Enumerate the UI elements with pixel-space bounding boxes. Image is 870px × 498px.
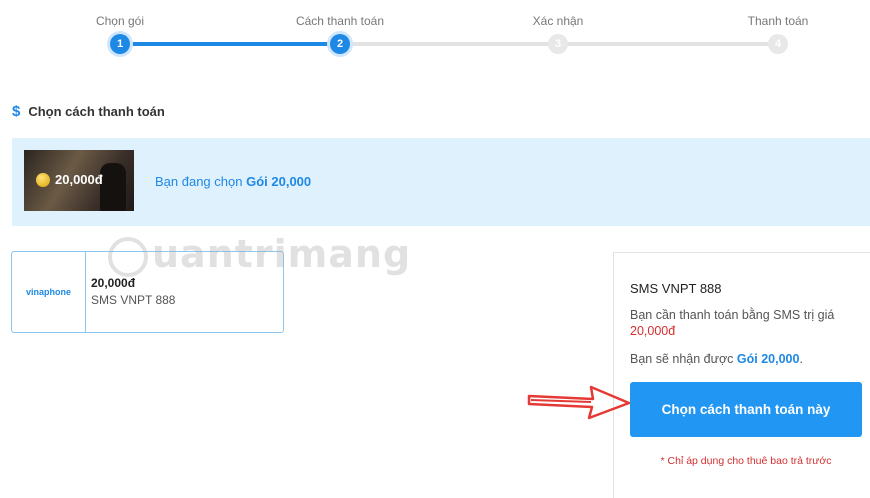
receive-prefix: Bạn sẽ nhận được	[630, 352, 734, 366]
step-number: 2	[330, 34, 350, 54]
step-number: 1	[110, 34, 130, 54]
selected-prefix: Bạn đang chọn	[155, 174, 243, 189]
coin-icon	[36, 173, 50, 187]
detail-receive: Bạn sẽ nhận được Gói 20,000.	[630, 352, 803, 366]
detail-description: Bạn cần thanh toán bằng SMS trị giá	[630, 308, 835, 322]
section-header: $ Chọn cách thanh toán	[12, 100, 165, 122]
thumbnail-price: 20,000đ	[55, 172, 103, 187]
choose-payment-method-button[interactable]: Chọn cách thanh toán này	[630, 382, 862, 437]
receive-suffix: .	[799, 352, 803, 366]
step-label: Xác nhận	[532, 14, 584, 28]
detail-title: SMS VNPT 888	[630, 281, 722, 296]
red-arrow-icon	[527, 385, 631, 420]
progress-stepper: Chọn gói 1 Cách thanh toán 2 Xác nhận 3 …	[0, 0, 870, 60]
selected-package-banner: 20,000đ Bạn đang chọn Gói 20,000	[12, 138, 870, 226]
lightbulb-watermark-icon	[108, 236, 148, 277]
watermark-text: uantrimang	[152, 232, 412, 276]
prepaid-note: * Chỉ áp dụng cho thuê bao trả trước	[660, 455, 832, 467]
method-name: SMS VNPT 888	[91, 293, 176, 307]
payment-detail-panel: SMS VNPT 888 Bạn cần thanh toán bằng SMS…	[613, 252, 870, 498]
step-pay: Thanh toán 4	[718, 12, 838, 54]
selected-package-text: Bạn đang chọn Gói 20,000	[155, 174, 311, 189]
step-label: Chọn gói	[95, 14, 145, 28]
step-number: 4	[768, 34, 788, 54]
detail-amount: 20,000đ	[630, 324, 676, 338]
step-confirm: Xác nhận 3	[498, 12, 618, 54]
soldier-silhouette-icon	[100, 163, 126, 211]
step-label: Cách thanh toán	[295, 14, 385, 28]
dollar-icon: $	[12, 102, 21, 120]
section-title: Chọn cách thanh toán	[28, 103, 165, 119]
vinaphone-logo: vinaphone	[12, 252, 86, 332]
method-price: 20,000đ	[91, 276, 136, 290]
receive-package: Gói 20,000	[736, 352, 800, 366]
step-choose-package[interactable]: Chọn gói 1	[60, 12, 180, 54]
package-thumbnail: 20,000đ	[24, 150, 134, 211]
step-label: Thanh toán	[747, 14, 809, 28]
step-number: 3	[548, 34, 568, 54]
watermark: uantrimang	[108, 232, 411, 277]
step-payment-method[interactable]: Cách thanh toán 2	[280, 12, 400, 54]
selected-package-name: Gói 20,000	[246, 174, 312, 189]
